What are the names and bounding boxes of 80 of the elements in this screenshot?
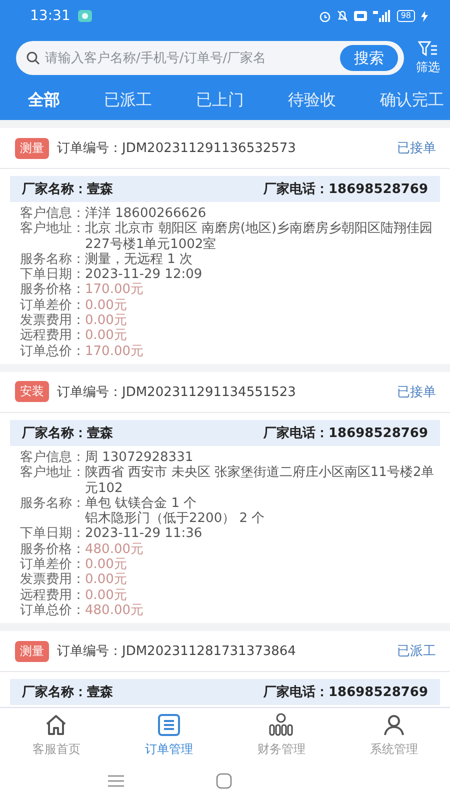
battery-level: 98 — [396, 10, 415, 22]
nav-item[interactable]: 财务管理 — [241, 712, 322, 758]
user-icon — [382, 712, 406, 736]
field-value: 480.00元 — [85, 542, 144, 558]
order-type-tag: 测量 — [15, 640, 49, 662]
field-label: 服务名称： — [20, 252, 85, 267]
field-value: 0.00元 — [85, 572, 128, 588]
field-value: 铝木隐形门（低于2200） 2 个 — [85, 511, 266, 526]
order-number: 订单编号：JDM202311291134551523 — [57, 384, 297, 401]
search-field[interactable]: 请输入客户名称/手机号/订单号/厂家名 搜索 — [16, 41, 404, 75]
vendor-name: 厂家名称：壹森 — [22, 424, 113, 442]
field-value: 0.00元 — [85, 313, 128, 328]
field-label: 客户地址： — [20, 221, 85, 238]
field-label: 客户地址： — [20, 465, 85, 482]
field-label: 客户信息： — [20, 206, 85, 221]
field-value: 测量，无远程 1 次 — [85, 252, 194, 268]
vendor-name: 厂家名称：壹森 — [22, 180, 113, 198]
field-label: 服务价格： — [20, 542, 85, 557]
field-value: 北京 北京市 朝阳区 南磨房(地区)乡南磨房乡朝阳区陆翔佳园227号楼1单元1002室 — [85, 221, 434, 252]
vendor-name: 厂家名称：壹森 — [22, 684, 113, 702]
field-value: 单包 钛镁合金 1 个 — [85, 496, 198, 511]
field-value: 0.00元 — [85, 298, 128, 314]
tab[interactable]: 全部 — [28, 90, 60, 110]
field-label: 服务名称： — [20, 496, 85, 513]
order-type-tag: 测量 — [15, 138, 49, 158]
order-status: 已接单 — [397, 384, 436, 401]
filter-icon — [418, 40, 438, 56]
search-button[interactable]: 搜索 — [340, 45, 398, 71]
vendor-phone: 厂家电话：18698528769 — [264, 180, 428, 198]
notification-icon — [78, 10, 92, 22]
document-icon — [156, 712, 181, 736]
hd-icon — [354, 11, 367, 21]
vendor-phone: 厂家电话：18698528769 — [264, 424, 428, 442]
search-icon — [26, 51, 40, 65]
field-value: 陕西省 西安市 未央区 张家堡街道二府庄小区南区11号楼2单元102 — [85, 465, 436, 496]
bar-chart-icon — [268, 712, 294, 736]
field-value: 周 13072928331 — [85, 450, 194, 465]
nav-item[interactable]: 系统管理 — [354, 712, 434, 758]
field-label: 下单日期： — [20, 526, 85, 542]
nav-item[interactable]: 订单管理 — [128, 712, 209, 758]
home-icon — [44, 712, 68, 736]
field-label: 订单总价： — [20, 344, 85, 359]
field-label: 客户信息： — [20, 450, 85, 465]
menu-icon[interactable] — [108, 775, 124, 787]
field-value: 洋洋 18600266626 — [85, 206, 208, 221]
status-time: 13:31 — [30, 8, 70, 24]
field-value: 2023-11-29 11:36 — [85, 526, 204, 542]
signal-icon — [372, 10, 391, 22]
field-label: 远程费用： — [20, 328, 85, 344]
vendor-phone: 厂家电话：18698528769 — [264, 684, 428, 702]
order-number: 订单编号：JDM202311281731373864 — [57, 643, 297, 660]
mute-icon — [336, 10, 348, 22]
tab[interactable]: 待验收 — [288, 90, 336, 110]
field-value: 2023-11-29 12:09 — [85, 267, 204, 282]
tab[interactable]: 确认完工 — [380, 90, 444, 110]
field-label: 订单差价： — [20, 298, 85, 313]
field-label: 发票费用： — [20, 313, 85, 328]
order-number: 订单编号：JDM202311291136532573 — [57, 140, 297, 157]
field-value: 170.00元 — [85, 282, 144, 298]
tab[interactable]: 已上门 — [196, 90, 244, 110]
field-label: 订单总价： — [20, 602, 85, 618]
field-value: 0.00元 — [85, 588, 128, 603]
alarm-icon — [318, 10, 331, 22]
field-label: 服务价格： — [20, 282, 85, 298]
charging-icon — [421, 10, 428, 22]
order-type-tag: 安装 — [15, 381, 49, 402]
field-value: 0.00元 — [85, 557, 128, 572]
field-value: 170.00元 — [85, 344, 144, 359]
field-value: 0.00元 — [85, 328, 128, 344]
order-status: 已接单 — [397, 140, 436, 157]
order-status: 已派工 — [397, 643, 436, 660]
field-label: 下单日期： — [20, 267, 85, 282]
home-button-icon[interactable] — [216, 773, 232, 789]
field-label: 远程费用： — [20, 588, 85, 603]
field-label: 订单差价： — [20, 557, 85, 572]
field-value: 480.00元 — [85, 602, 144, 618]
nav-item[interactable]: 客服首页 — [16, 712, 96, 758]
tab[interactable]: 已派工 — [104, 90, 152, 110]
filter-button[interactable]: 筛选 — [416, 40, 440, 76]
field-label: 发票费用： — [20, 572, 85, 588]
